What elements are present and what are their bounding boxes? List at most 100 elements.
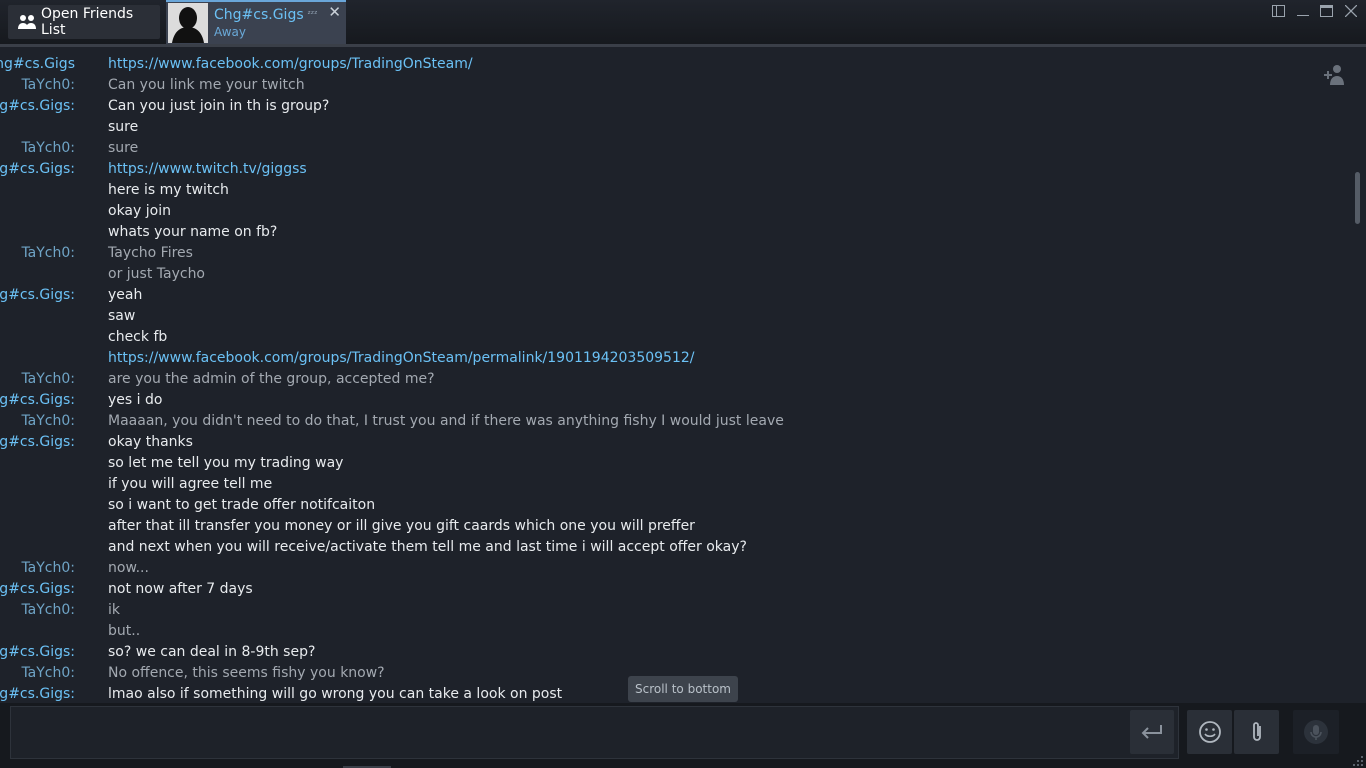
chat-message-row: Chg#cs.Gigs: https://www.twitch.tv/giggss: [0, 159, 1340, 180]
sleep-icon: ᶻᶻᶻ: [307, 10, 318, 20]
smiley-icon: [1198, 721, 1221, 743]
chat-message-row: TaYch0: Maaaan, you didn't need to do tha…: [0, 411, 1340, 432]
scroll-to-bottom-button[interactable]: Scroll to bottom: [628, 676, 738, 702]
message-sender[interactable]: TaYch0:: [21, 413, 75, 429]
chat-message-row: Chg#cs.Gigs: yes i do: [0, 390, 1340, 411]
close-tab-icon[interactable]: ✕: [328, 5, 341, 20]
message-sender[interactable]: TaYch0:: [21, 371, 75, 387]
message-text: lmao also if something will go wrong you…: [108, 686, 563, 702]
message-sender[interactable]: Chg#cs.Gigs:: [0, 392, 75, 408]
message-sender[interactable]: Chg#cs.Gigs:: [0, 644, 75, 660]
invite-to-chat-icon[interactable]: [1322, 64, 1346, 86]
message-text: so let me tell you my trading way: [108, 455, 344, 471]
message-sender[interactable]: TaYch0:: [21, 77, 75, 93]
open-friends-list-button[interactable]: Open Friends List: [8, 5, 160, 39]
send-button[interactable]: [1130, 710, 1174, 754]
maximize-icon[interactable]: [1320, 5, 1333, 17]
message-text: after that ill transfer you money or ill…: [108, 518, 695, 534]
message-sender[interactable]: TaYch0:: [21, 245, 75, 261]
chat-message-row: and next when you will receive/activate …: [0, 537, 1340, 558]
tab-friend-name: Chg#cs.Gigs ᶻᶻᶻ: [214, 7, 318, 23]
message-text: No offence, this seems fishy you know?: [108, 665, 385, 681]
message-sender[interactable]: Chg#cs.Gigs:: [0, 686, 75, 702]
message-text: okay join: [108, 203, 171, 219]
message-sender[interactable]: TaYch0:: [21, 602, 75, 618]
message-text: Maaaan, you didn't need to do that, I tr…: [108, 413, 784, 429]
chat-message-row: Chg#cs.Gigs: so? we can deal in 8-9th sep…: [0, 642, 1340, 663]
chat-message-row: sure: [0, 117, 1340, 138]
message-text: here is my twitch: [108, 182, 229, 198]
chat-message-row: Chg#cs.Gigs https://www.facebook.com/grou…: [0, 54, 1340, 75]
chat-message-row: Chg#cs.Gigs: not now after 7 days: [0, 579, 1340, 600]
paperclip-icon: [1252, 722, 1261, 741]
voice-icon: [1304, 720, 1328, 744]
resize-grip-icon[interactable]: [1352, 755, 1364, 767]
title-bar: Open Friends List Chg#cs.Gigs ᶻᶻᶻ Away ✕: [0, 0, 1366, 44]
message-sender[interactable]: TaYch0:: [21, 140, 75, 156]
message-text: so i want to get trade offer notifcaiton: [108, 497, 376, 513]
message-text: yeah: [108, 287, 143, 303]
chat-message-row: okay join: [0, 201, 1340, 222]
tab-friend-status: Away: [214, 25, 246, 39]
chat-message-row: TaYch0: now...: [0, 558, 1340, 579]
message-sender[interactable]: Chg#cs.Gigs:: [0, 434, 75, 450]
message-text: are you the admin of the group, accepted…: [108, 371, 435, 387]
message-text: saw: [108, 308, 136, 324]
chat-message-row: TaYch0: ik: [0, 600, 1340, 621]
open-friends-list-label: Open Friends List: [41, 6, 134, 38]
message-text: or just Taycho: [108, 266, 206, 282]
message-sender[interactable]: Chg#cs.Gigs: [0, 56, 75, 72]
friends-icon: [17, 13, 37, 31]
message-text: Can you link me your twitch: [108, 77, 305, 93]
chat-message-row: TaYch0: sure: [0, 138, 1340, 159]
message-sender[interactable]: Chg#cs.Gigs:: [0, 287, 75, 303]
message-text: whats your name on fb?: [108, 224, 278, 240]
message-link[interactable]: https://www.facebook.com/groups/TradingO…: [108, 350, 695, 366]
chat-message-row: after that ill transfer you money or ill…: [0, 516, 1340, 537]
message-sender[interactable]: TaYch0:: [21, 560, 75, 576]
message-text: Taycho Fires: [108, 245, 193, 261]
chat-message-row: TaYch0: Taycho Fires: [0, 243, 1340, 264]
chat-scrollbar[interactable]: [1355, 172, 1360, 224]
voice-chat-button[interactable]: [1293, 710, 1339, 754]
chat-tab[interactable]: Chg#cs.Gigs ᶻᶻᶻ Away ✕: [166, 0, 346, 44]
message-text: ik: [108, 602, 120, 618]
emoticon-button[interactable]: [1187, 710, 1232, 754]
message-text: sure: [108, 119, 139, 135]
chat-message-row: if you will agree tell me: [0, 474, 1340, 495]
chat-message-row: Chg#cs.Gigs: Can you just join in th is g…: [0, 96, 1340, 117]
message-sender[interactable]: TaYch0:: [21, 665, 75, 681]
message-text: now...: [108, 560, 149, 576]
message-sender[interactable]: Chg#cs.Gigs:: [0, 581, 75, 597]
message-text: Can you just join in th is group?: [108, 98, 330, 114]
message-text: so? we can deal in 8-9th sep?: [108, 644, 316, 660]
message-link[interactable]: https://www.facebook.com/groups/TradingO…: [108, 56, 473, 72]
chat-message-row: TaYch0: Can you link me your twitch: [0, 75, 1340, 96]
message-text: yes i do: [108, 392, 163, 408]
message-link[interactable]: https://www.twitch.tv/giggss: [108, 161, 307, 177]
message-text: check fb: [108, 329, 168, 345]
chat-message-row: check fb: [0, 327, 1340, 348]
minimize-icon[interactable]: [1297, 5, 1309, 17]
avatar: [168, 3, 208, 43]
message-text: sure: [108, 140, 139, 156]
composer-bar: [0, 703, 1366, 768]
message-text: if you will agree tell me: [108, 476, 273, 492]
chat-message-row: Chg#cs.Gigs: okay thanks: [0, 432, 1340, 453]
chat-log[interactable]: Chg#cs.Gigs https://www.facebook.com/grou…: [0, 47, 1366, 703]
chat-message-row: Chg#cs.Gigs: yeah: [0, 285, 1340, 306]
message-text: but..: [108, 623, 141, 639]
chat-message-row: https://www.facebook.com/groups/TradingO…: [0, 348, 1340, 369]
attach-file-button[interactable]: [1234, 710, 1279, 754]
message-text: okay thanks: [108, 434, 193, 450]
close-window-icon[interactable]: [1345, 5, 1357, 17]
chat-message-row: saw: [0, 306, 1340, 327]
message-sender[interactable]: Chg#cs.Gigs:: [0, 98, 75, 114]
popout-icon[interactable]: [1272, 5, 1285, 17]
message-input[interactable]: [10, 706, 1179, 759]
message-text: not now after 7 days: [108, 581, 253, 597]
message-text: and next when you will receive/activate …: [108, 539, 747, 555]
message-sender[interactable]: Chg#cs.Gigs:: [0, 161, 75, 177]
chat-message-row: whats your name on fb?: [0, 222, 1340, 243]
chat-message-row: or just Taycho: [0, 264, 1340, 285]
